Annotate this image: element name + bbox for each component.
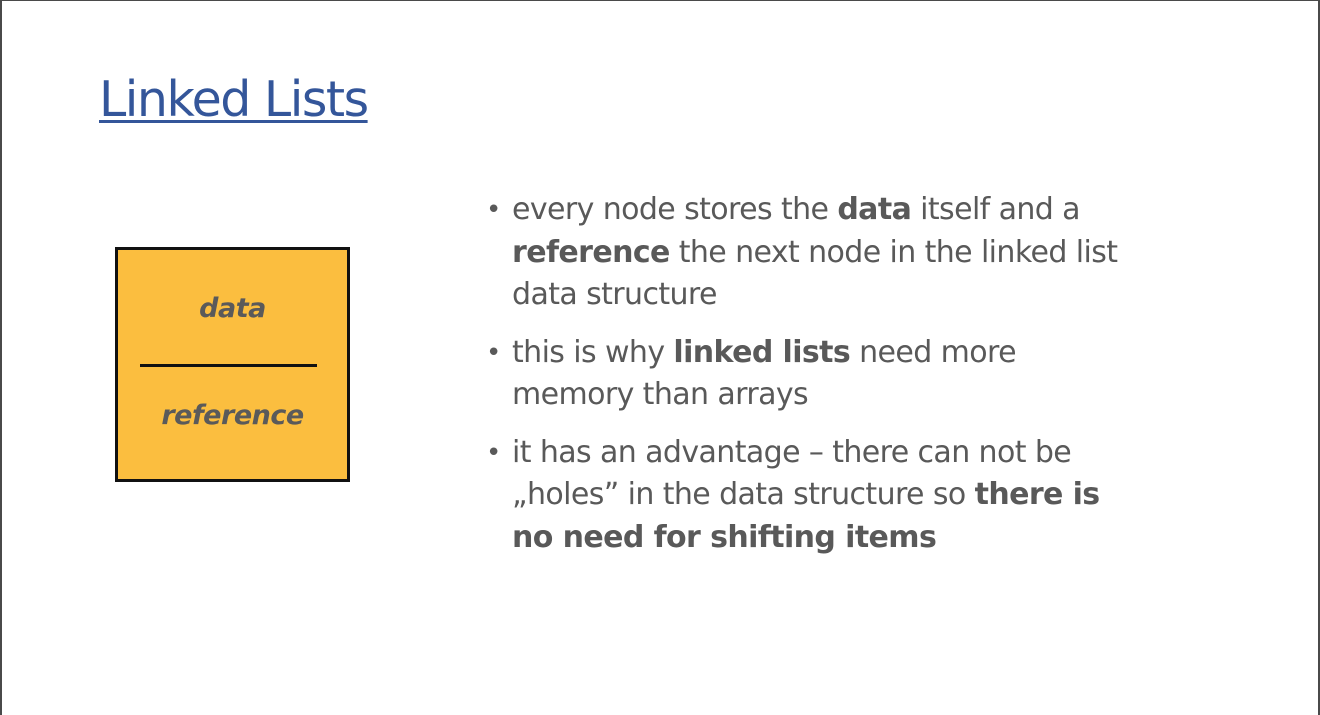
bullet-1-text: itself and a [911, 192, 1080, 227]
node-data-label: data [199, 293, 266, 324]
bullet-item-advantage: • it has an advantage – there can not be… [486, 432, 1166, 560]
bullet-item-memory: • this is why linked lists need more mem… [486, 332, 1166, 417]
bullet-3-line-3: no need for shifting items [512, 519, 937, 555]
bullet-1-line-1: every node stores the data itself and a [512, 192, 1081, 227]
bullet-1-text: every node stores the [512, 192, 838, 227]
bullet-2-line-1: this is why linked lists need more [512, 334, 1017, 370]
bullet-3-line-2: „holes” in the data structure so there i… [512, 477, 1100, 512]
bullet-dot-icon: • [486, 195, 501, 225]
bullet-dot-icon: • [486, 337, 501, 368]
bullet-item-node-structure: • every node stores the data itself and … [486, 189, 1166, 317]
bullet-2-bold-linked-lists: linked lists [673, 334, 851, 370]
bullet-dot-icon: • [486, 437, 501, 468]
bullet-3-text: „holes” in the data structure so [512, 477, 975, 512]
bullet-2-text: need more [850, 334, 1016, 370]
bullet-3-bold-text: there is [974, 477, 1101, 512]
bullet-2-text: this is why [512, 334, 674, 370]
bullet-1-line-2: reference the next node in the linked li… [512, 234, 1118, 270]
slide: Linked Lists data reference • every node… [0, 0, 1320, 715]
bullet-1-text: the next node in the linked list [669, 234, 1118, 270]
bullet-list: • every node stores the data itself and … [486, 189, 1166, 574]
node-reference-label: reference [161, 400, 304, 431]
bullet-3-line-1: it has an advantage – there can not be [512, 434, 1072, 470]
bullet-1-bold-data: data [837, 192, 912, 227]
node-divider [140, 364, 317, 367]
bullet-1-bold-reference: reference [512, 234, 670, 270]
bullet-1-line-3: data structure [512, 277, 717, 312]
slide-title: Linked Lists [99, 71, 369, 128]
bullet-2-line-2: memory than arrays [512, 377, 809, 412]
linked-list-node-diagram: data reference [115, 247, 350, 482]
